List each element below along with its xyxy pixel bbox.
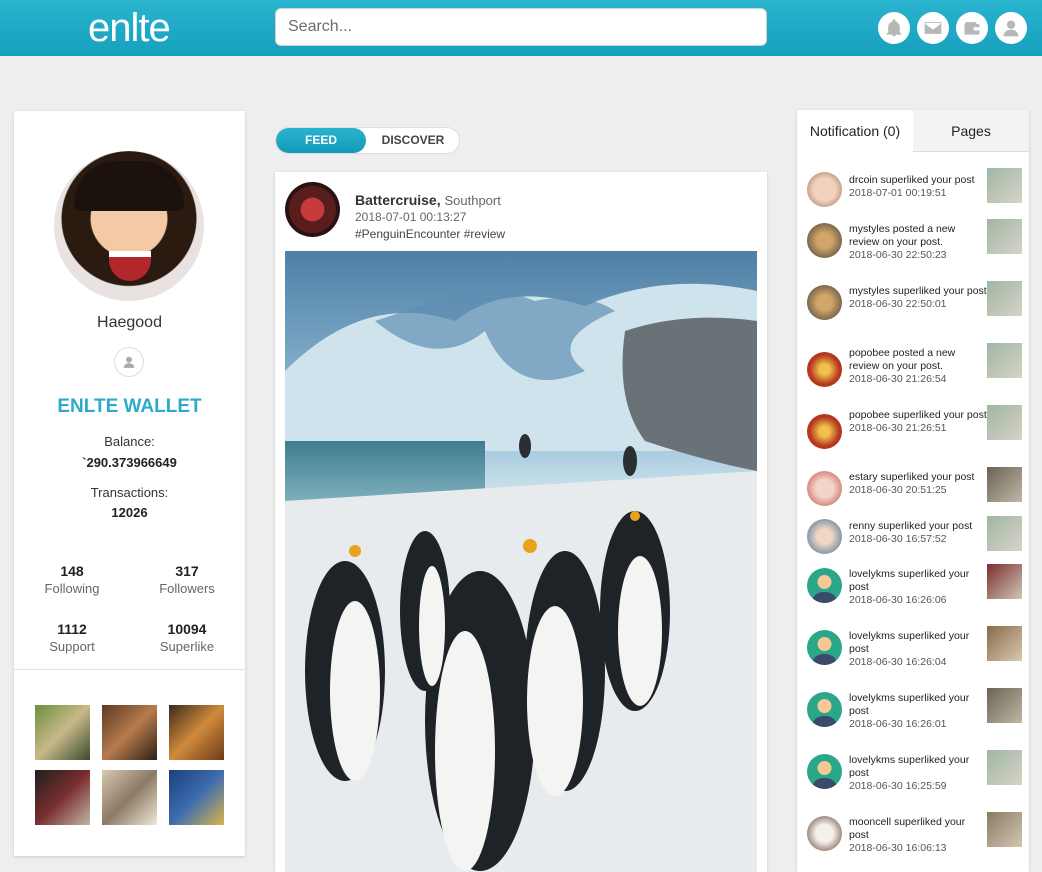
post-timestamp: 2018-07-01 00:13:27 [355,210,467,224]
tab-pages[interactable]: Pages [913,110,1029,152]
notification-avatar [807,172,842,207]
notification-text: estary superliked your post 2018-06-30 20… [849,471,975,496]
balance-label: Balance: [104,434,155,449]
stat-support[interactable]: 1112 Support [14,621,130,654]
mail-icon[interactable] [917,12,949,44]
notification-avatar [807,414,842,449]
notification-item[interactable]: mystyles superliked your post 2018-06-30 … [797,281,1029,345]
gallery-thumb[interactable] [169,770,224,825]
post-photo[interactable] [285,251,757,872]
wallet-title: ENLTE WALLET [57,396,202,417]
notification-item[interactable]: popobee posted a new review on your post… [797,343,1029,407]
feed-tabs: FEED DISCOVER [275,127,460,154]
gallery-thumb[interactable] [35,705,90,760]
notification-avatar [807,223,842,258]
notification-text: lovelykms superliked your post 2018-06-30… [849,568,970,606]
superlike-label: Superlike [159,639,215,654]
notification-text: lovelykms superliked your post 2018-06-30… [849,692,970,730]
notification-post-thumb[interactable] [987,405,1022,440]
post-card: Battercruise, Southport 2018-07-01 00:13… [275,172,767,872]
notification-item[interactable]: lovelykms superliked your post 2018-06-30… [797,688,1029,752]
profile-divider [14,669,245,670]
following-label: Following [44,581,100,596]
support-label: Support [49,639,95,654]
notification-item[interactable]: lovelykms superliked your post 2018-06-30… [797,750,1029,814]
stat-followers[interactable]: 317 Followers [129,563,245,596]
followers-label: Followers [159,581,215,596]
default-avatar-icon [807,630,842,665]
support-count: 1112 [57,621,87,637]
notification-text: lovelykms superliked your post 2018-06-30… [849,630,970,668]
notification-post-thumb[interactable] [987,564,1022,599]
default-avatar-icon [807,568,842,603]
notification-avatar [807,285,842,320]
notification-avatar [807,352,842,387]
notification-post-thumb[interactable] [987,688,1022,723]
notification-item[interactable]: lovelykms superliked your post 2018-06-30… [797,626,1029,690]
notification-post-thumb[interactable] [987,750,1022,785]
notification-text: mooncell superliked your post 2018-06-30 … [849,816,966,854]
transactions-value: 12026 [111,505,148,520]
default-avatar-icon [807,692,842,727]
post-author-name[interactable]: Battercruise, [355,192,441,208]
bell-icon[interactable] [878,12,910,44]
notifications-panel: Notification (0) Pages drcoin superliked… [797,110,1029,872]
notification-item[interactable]: mooncell superliked your post 2018-06-30 … [797,812,1029,872]
superlike-count: 10094 [167,621,207,637]
enlte-logo[interactable]: enlte [88,6,171,50]
profile-card: Haegood ENLTE WALLET Balance: `290.37396… [14,111,245,856]
post-hashtags[interactable]: #PenguinEncounter #review [355,227,505,241]
post-location: Southport [444,193,501,208]
notification-post-thumb[interactable] [987,812,1022,847]
balance-value: `290.373966649 [82,455,177,470]
notification-post-thumb[interactable] [987,343,1022,378]
notification-item[interactable]: popobee superliked your post 2018-06-30 2… [797,405,1029,469]
notification-post-thumb[interactable] [987,281,1022,316]
avatar-hair [74,161,184,211]
stat-superlike[interactable]: 10094 Superlike [129,621,245,654]
notification-text: drcoin superliked your post 2018-07-01 00… [849,174,975,199]
notification-post-thumb[interactable] [987,516,1022,551]
notification-item[interactable]: lovelykms superliked your post 2018-06-30… [797,564,1029,628]
default-avatar-icon [807,754,842,789]
search-input[interactable] [275,8,767,46]
notification-text: popobee posted a new review on your post… [849,347,956,385]
notification-post-thumb[interactable] [987,626,1022,661]
notification-item[interactable]: mystyles posted a new review on your pos… [797,219,1029,283]
tab-discover[interactable]: DISCOVER [366,128,459,153]
notification-avatar [807,519,842,554]
notification-text: mystyles superliked your post 2018-06-30 … [849,285,987,310]
notification-post-thumb[interactable] [987,467,1022,502]
gallery-thumb[interactable] [35,770,90,825]
notification-text: renny superliked your post 2018-06-30 16:… [849,520,973,545]
notification-post-thumb[interactable] [987,219,1022,254]
notification-post-thumb[interactable] [987,168,1022,203]
gallery-thumb[interactable] [169,705,224,760]
gallery-thumb[interactable] [102,770,157,825]
top-bar: enlte [0,0,1042,56]
notification-text: lovelykms superliked your post 2018-06-30… [849,754,970,792]
profile-username[interactable]: Haegood [14,314,245,332]
wallet-icon[interactable] [956,12,988,44]
transactions-label: Transactions: [90,485,169,500]
notification-text: mystyles posted a new review on your pos… [849,223,956,261]
follow-user-icon[interactable] [114,347,144,377]
notification-text: popobee superliked your post 2018-06-30 2… [849,409,987,434]
tab-notifications[interactable]: Notification (0) [797,110,913,152]
avatar-mouth [109,251,151,281]
gallery-thumb[interactable] [102,705,157,760]
notification-avatar [807,471,842,506]
notification-avatar [807,816,842,851]
post-author-avatar[interactable] [285,182,340,237]
user-icon[interactable] [995,12,1027,44]
profile-avatar[interactable] [54,151,204,301]
stat-following[interactable]: 148 Following [14,563,130,596]
following-count: 148 [60,563,84,579]
followers-count: 317 [175,563,199,579]
tab-feed[interactable]: FEED [276,128,366,153]
post-author-line: Battercruise, Southport [355,192,501,208]
